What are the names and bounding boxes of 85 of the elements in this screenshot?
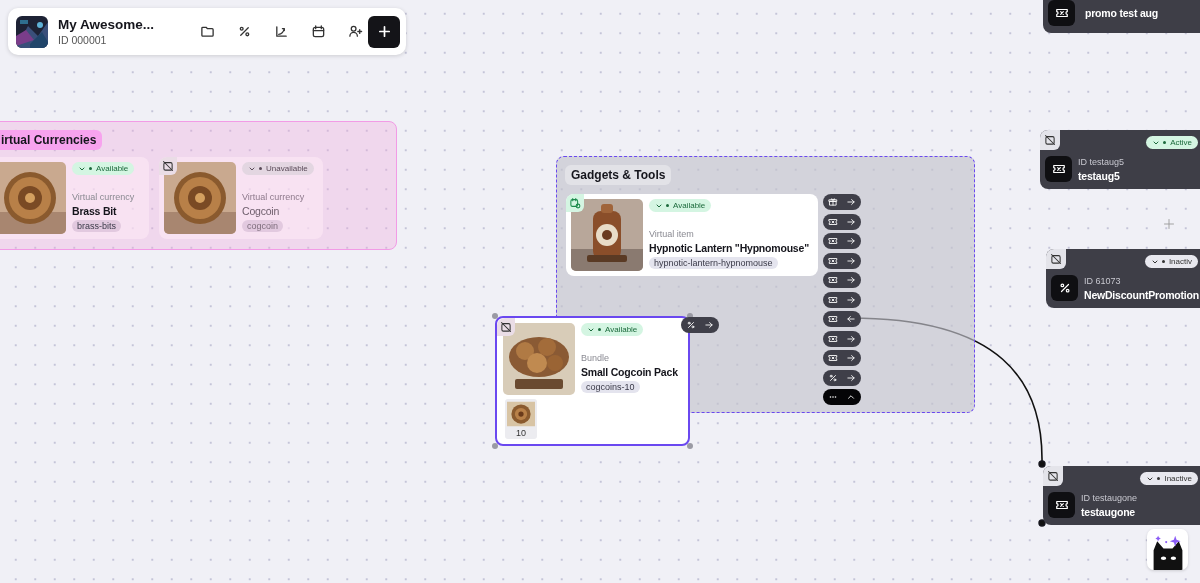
percent-icon — [1057, 281, 1072, 295]
item-slug: cogcoin — [242, 220, 284, 232]
connection-port[interactable] — [822, 369, 861, 386]
handle-dot[interactable] — [1038, 460, 1046, 468]
connection-port[interactable] — [822, 272, 861, 288]
promotion-node[interactable]: promo test aug — [1043, 0, 1200, 33]
gift-icon — [827, 197, 838, 207]
item-type: Bundle — [581, 353, 610, 363]
ticket-icon — [1051, 162, 1066, 176]
group-title: irtual Currencies — [0, 130, 103, 150]
assistant-button[interactable] — [1147, 529, 1188, 570]
calendar-clock-icon[interactable] — [569, 197, 581, 209]
connection-port[interactable] — [822, 194, 861, 210]
promotion-name: NewDiscountPromotion — [1084, 288, 1199, 301]
promotion-id: ID testaugone — [1081, 492, 1138, 503]
handle-dot[interactable] — [1038, 519, 1046, 527]
ticket-icon — [1054, 498, 1069, 512]
status-dropdown[interactable]: Inactive — [1140, 472, 1198, 485]
group-title: Gadgets & Tools — [565, 165, 672, 185]
ticket-icon — [827, 333, 838, 344]
calendar-off-icon[interactable] — [1050, 253, 1062, 265]
item-type: Virtual item — [649, 229, 694, 239]
item-name: Brass Bit — [72, 205, 117, 217]
status-dropdown[interactable]: Active — [1146, 136, 1198, 149]
folder-icon[interactable] — [200, 24, 215, 39]
ticket-icon — [1054, 6, 1069, 20]
status-dropdown[interactable]: Available — [581, 323, 644, 336]
promotion-node[interactable]: Active ID testaug5 testaug5 — [1040, 130, 1200, 189]
ticket-icon — [827, 314, 838, 324]
promotion-id: ID 61073 — [1084, 275, 1122, 286]
item-name: Hypnotic Lantern "Hypnomouse" — [649, 242, 809, 254]
calendar-off-icon[interactable] — [1047, 470, 1059, 482]
item-card[interactable]: Available Virtual currency Brass Bit brass-bits — [0, 157, 149, 239]
plus-icon — [376, 24, 392, 39]
item-name: Small Cogcoin Pack — [581, 366, 678, 378]
bundle-card[interactable]: Available Bundle Small Cogcoin Pack cogcoins-10 10 — [495, 316, 690, 446]
item-type: Virtual currency — [72, 192, 135, 202]
ticket-icon — [827, 275, 838, 285]
promotion-id: ID testaug5 — [1078, 156, 1125, 167]
percent-icon — [827, 372, 838, 383]
promotion-name: promo test aug — [1085, 7, 1159, 19]
resize-handle[interactable] — [492, 313, 498, 319]
ticket-icon — [827, 294, 838, 305]
calendar-off-icon[interactable] — [500, 321, 512, 333]
item-slug: cogcoins-10 — [581, 381, 640, 393]
status-dropdown[interactable]: Unavailable — [242, 162, 314, 175]
calendar-icon[interactable] — [311, 24, 326, 39]
status-dropdown[interactable]: Inactiv — [1144, 255, 1198, 268]
resize-handle[interactable] — [492, 443, 498, 449]
item-card[interactable]: Available Virtual item Hypnotic Lantern "Hypnomouse" hypnotic-lantern-hypnomouse — [566, 194, 818, 276]
item-quantity: 10 — [516, 427, 526, 439]
promotion-node[interactable]: Inactiv ID 61073 NewDiscountPromotion — [1046, 249, 1200, 308]
add-button[interactable] — [368, 15, 400, 48]
project-id: ID 000001 — [58, 34, 108, 46]
ticket-icon — [827, 236, 838, 246]
chart-icon[interactable] — [274, 24, 289, 39]
connection-port[interactable] — [681, 317, 719, 333]
status-dropdown[interactable]: Available — [649, 199, 712, 212]
promotion-node[interactable]: Inactive ID testaugone testaugone — [1043, 466, 1200, 525]
connection-port[interactable] — [822, 213, 861, 230]
connection-port[interactable] — [822, 291, 861, 308]
item-card[interactable]: Unavailable Virtual currency Cogcoin cogcoin — [159, 157, 323, 239]
promotion-name: testaugone — [1081, 505, 1136, 518]
ticket-icon — [827, 255, 838, 266]
connection-port[interactable] — [822, 311, 861, 327]
connection-port[interactable] — [822, 330, 861, 347]
promotion-name: testaug5 — [1078, 169, 1121, 182]
calendar-off-icon[interactable] — [162, 160, 174, 172]
item-type: Virtual currency — [242, 192, 305, 202]
project-name: My Awesome... — [58, 17, 156, 32]
item-slug: hypnotic-lantern-hypnomouse — [649, 257, 778, 269]
ticket-icon — [827, 353, 838, 363]
percent-icon — [686, 320, 696, 330]
connection-port[interactable] — [822, 233, 861, 249]
item-name: Cogcoin — [242, 205, 280, 217]
connection-port[interactable] — [822, 252, 861, 269]
calendar-off-icon[interactable] — [1044, 134, 1056, 146]
connection-port[interactable] — [822, 350, 861, 366]
connection-port[interactable] — [822, 389, 861, 405]
percent-icon[interactable] — [237, 24, 252, 39]
ticket-icon — [827, 216, 838, 227]
resize-handle[interactable] — [686, 443, 693, 449]
add-user-icon[interactable] — [348, 24, 363, 39]
status-dropdown[interactable]: Available — [72, 162, 135, 175]
item-slug: brass-bits — [72, 220, 121, 232]
